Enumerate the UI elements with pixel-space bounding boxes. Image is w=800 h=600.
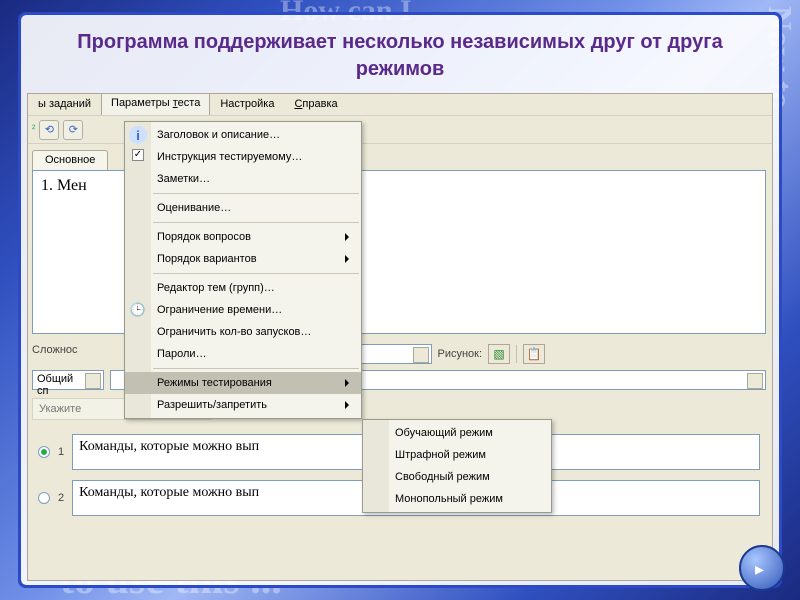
menu-separator xyxy=(153,368,359,369)
menu-item-label: Инструкция тестируемому… xyxy=(157,151,302,163)
slide-frame: Программа поддерживает несколько независ… xyxy=(18,12,782,588)
toolbar-num: ² xyxy=(32,124,35,135)
menu-item-label: Порядок вариантов xyxy=(157,253,257,265)
toolbar-undo-button[interactable]: ⟲ xyxy=(39,120,59,140)
menu-test-params-dropdown: i Заголовок и описание… ✓ Инструкция тес… xyxy=(124,121,362,419)
menu-separator xyxy=(153,222,359,223)
radio-1-label: 1 xyxy=(58,446,64,458)
menu-item-time-limit[interactable]: 🕒 Ограничение времени… xyxy=(125,299,361,321)
menubar: ы заданий Параметры теста Настройка Спра… xyxy=(28,94,772,116)
menu-separator xyxy=(153,273,359,274)
submenu-arrow-icon xyxy=(345,379,353,387)
menu-item-question-order[interactable]: Порядок вопросов xyxy=(125,226,361,248)
answer-2-text-a: Команды, которые можно вып xyxy=(79,485,259,500)
menu-tasks[interactable]: ы заданий xyxy=(28,94,101,115)
menu-item-allow-deny[interactable]: Разрешить/запретить xyxy=(125,394,361,416)
menu-item-notes[interactable]: Заметки… xyxy=(125,168,361,190)
menu-separator xyxy=(153,193,359,194)
paste-button[interactable]: 📋 xyxy=(523,344,545,364)
menu-label: правка xyxy=(302,98,337,110)
radio-2[interactable] xyxy=(38,492,50,504)
paste-icon: 📋 xyxy=(527,347,542,361)
menu-test-params[interactable]: Параметры теста xyxy=(101,93,210,115)
tab-main[interactable]: Основное xyxy=(32,150,108,170)
menu-item-label: Режимы тестирования xyxy=(157,377,272,389)
submenu-arrow-icon xyxy=(345,255,353,263)
menu-item-variant-order[interactable]: Порядок вариантов xyxy=(125,248,361,270)
undo-icon: ⟲ xyxy=(45,123,54,136)
submenu-item-free-mode[interactable]: Свободный режим xyxy=(363,466,551,488)
submenu-item-training-mode[interactable]: Обучающий режим xyxy=(363,422,551,444)
redo-icon: ⟳ xyxy=(69,123,78,136)
separator xyxy=(516,345,517,363)
menu-item-label: Порядок вопросов xyxy=(157,231,251,243)
menu-item-label: Ограничить кол-во запусков… xyxy=(157,326,311,338)
menu-item-instruction[interactable]: ✓ Инструкция тестируемому… xyxy=(125,146,361,168)
clock-icon: 🕒 xyxy=(129,301,147,319)
menu-item-label: Разрешить/запретить xyxy=(157,399,267,411)
common-combo-value: Общий сп xyxy=(37,373,73,397)
tab-strip: Основное xyxy=(32,150,110,170)
radio-1[interactable] xyxy=(38,446,50,458)
menu-item-label: Монопольный режим xyxy=(395,493,503,505)
toolbar-redo-button[interactable]: ⟳ xyxy=(63,120,83,140)
add-picture-button[interactable]: ▧ xyxy=(488,344,510,364)
menu-item-label: Заголовок и описание… xyxy=(157,129,280,141)
submenu-item-monopoly-mode[interactable]: Монопольный режим xyxy=(363,488,551,510)
menu-item-theme-editor[interactable]: Редактор тем (групп)… xyxy=(125,277,361,299)
menu-item-label: Редактор тем (групп)… xyxy=(157,282,275,294)
submenu-arrow-icon xyxy=(345,401,353,409)
menu-item-label: Свободный режим xyxy=(395,471,490,483)
check-icon: ✓ xyxy=(132,149,144,161)
picture-add-icon: ▧ xyxy=(493,347,504,361)
submenu-item-penalty-mode[interactable]: Штрафной режим xyxy=(363,444,551,466)
menu-settings[interactable]: Настройка xyxy=(210,94,284,115)
menu-help[interactable]: Справка xyxy=(284,94,347,115)
answer-1-text-a: Команды, которые можно вып xyxy=(79,439,259,454)
menu-item-label: Обучающий режим xyxy=(395,427,493,439)
slide-title: Программа поддерживает несколько независ… xyxy=(27,21,773,89)
common-combo[interactable]: Общий сп xyxy=(32,370,104,390)
submenu-test-modes: Обучающий режим Штрафной режим Свободный… xyxy=(362,419,552,513)
info-icon: i xyxy=(129,126,147,144)
menu-item-grading[interactable]: Оценивание… xyxy=(125,197,361,219)
nav-icon: ▸ xyxy=(755,559,764,580)
submenu-arrow-icon xyxy=(345,233,353,241)
menu-label: еста xyxy=(178,97,201,109)
menu-item-passwords[interactable]: Пароли… xyxy=(125,343,361,365)
picture-label: Рисунок: xyxy=(438,348,483,360)
menu-label: Параметры xyxy=(111,97,173,109)
radio-2-label: 2 xyxy=(58,492,64,504)
menu-item-label: Заметки… xyxy=(157,173,210,185)
round-nav-button[interactable]: ▸ xyxy=(739,545,785,591)
menu-item-launch-limit[interactable]: Ограничить кол-во запусков… xyxy=(125,321,361,343)
menu-item-label: Оценивание… xyxy=(157,202,231,214)
menu-item-label: Ограничение времени… xyxy=(157,304,282,316)
menu-item-test-modes[interactable]: Режимы тестирования xyxy=(125,372,361,394)
menu-item-label: Пароли… xyxy=(157,348,207,360)
menu-item-label: Штрафной режим xyxy=(395,449,486,461)
menu-item-header-desc[interactable]: i Заголовок и описание… xyxy=(125,124,361,146)
complexity-label: Сложнос xyxy=(32,344,78,356)
